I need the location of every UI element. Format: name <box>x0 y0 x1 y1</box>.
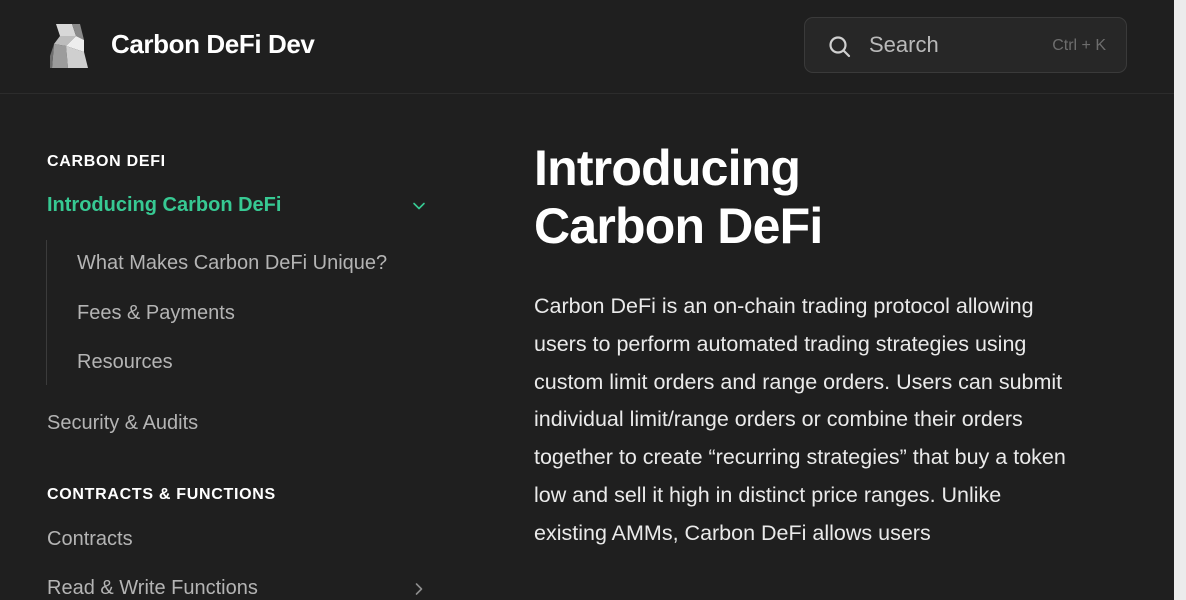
sidebar-item-contracts[interactable]: Contracts <box>47 528 133 551</box>
page-title: Introducing Carbon DeFi <box>534 140 823 254</box>
brand-title[interactable]: Carbon DeFi Dev <box>111 29 315 60</box>
sidebar: CARBON DEFI Introducing Carbon DeFi What… <box>0 93 480 600</box>
chevron-right-icon[interactable] <box>412 582 426 596</box>
carbon-logo-icon[interactable] <box>50 22 90 70</box>
scrollbar[interactable] <box>1174 0 1186 600</box>
sidebar-item-introducing-carbon-defi[interactable]: Introducing Carbon DeFi <box>47 194 281 217</box>
section-title-contracts-functions: CONTRACTS & FUNCTIONS <box>47 486 276 503</box>
subnav-divider <box>46 240 47 385</box>
sidebar-item-read-write-functions[interactable]: Read & Write Functions <box>47 577 258 600</box>
search-box[interactable]: Ctrl + K <box>804 17 1127 73</box>
search-input[interactable] <box>869 18 1039 72</box>
sidebar-item-fees-payments[interactable]: Fees & Payments <box>77 302 235 325</box>
search-icon <box>829 36 851 58</box>
search-shortcut-hint: Ctrl + K <box>1052 37 1106 54</box>
sidebar-item-what-makes-unique[interactable]: What Makes Carbon DeFi Unique? <box>77 252 387 275</box>
section-title-carbon-defi: CARBON DEFI <box>47 153 166 170</box>
sidebar-item-resources[interactable]: Resources <box>77 351 173 374</box>
main-content: Introducing Carbon DeFi Carbon DeFi is a… <box>534 93 1094 600</box>
chevron-down-icon[interactable] <box>412 199 426 213</box>
intro-paragraph: Carbon DeFi is an on-chain trading proto… <box>534 294 1066 545</box>
site-header: Carbon DeFi Dev Ctrl + K <box>0 0 1174 94</box>
sidebar-item-security-audits[interactable]: Security & Audits <box>47 412 198 435</box>
